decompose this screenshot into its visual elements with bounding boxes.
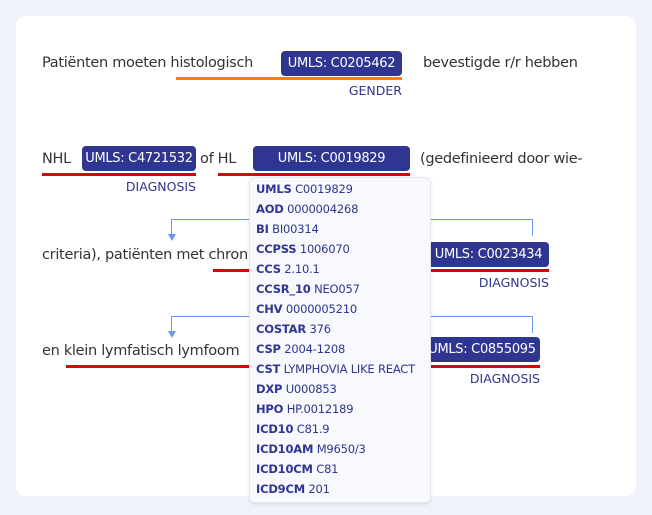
entity-underline[interactable] [176, 77, 402, 80]
dropdown-item[interactable]: ICD10 C81.9 [250, 419, 430, 439]
dropdown-item[interactable]: ICD10AM M9650/3 [250, 439, 430, 459]
umls-chip[interactable]: UMLS: C0855095 [424, 337, 540, 362]
dropdown-item[interactable]: DXP U000853 [250, 379, 430, 399]
code-value: HP.0012189 [286, 402, 354, 416]
dropdown-item[interactable]: ICD9CM 201 [250, 479, 430, 499]
code-source: HPO [256, 402, 284, 416]
code-source: COSTAR [256, 322, 307, 336]
dropdown-item[interactable]: BI BI00314 [250, 219, 430, 239]
entity-label: DIAGNOSIS [125, 179, 196, 194]
code-source: CST [256, 362, 281, 376]
code-source: DXP [256, 382, 283, 396]
code-value: M9650/3 [316, 442, 366, 456]
code-value: BI00314 [272, 222, 319, 236]
code-source: ICD10CM [256, 462, 313, 476]
text: of HL [200, 151, 237, 167]
code-source: CCSR_10 [256, 282, 311, 296]
text: criteria), patiënten met chron [42, 247, 248, 263]
entity-label: DIAGNOSIS [478, 275, 549, 290]
code-value: C81 [316, 462, 339, 476]
entity-label: GENDER [348, 83, 402, 98]
entity-underline[interactable] [42, 173, 196, 176]
code-value: C81.9 [296, 422, 330, 436]
umls-chip[interactable]: UMLS: C0023434 [428, 242, 549, 267]
dropdown-item[interactable]: CSP 2004-1208 [250, 339, 430, 359]
code-value: NEO057 [314, 282, 360, 296]
code-dropdown: UMLS C0019829 AOD 0000004268 BI BI00314 CCP… [249, 177, 431, 503]
code-source: AOD [256, 202, 284, 216]
code-source: ICD10 [256, 422, 294, 436]
umls-chip[interactable]: UMLS: C0205462 [281, 51, 402, 76]
code-value: 0000005210 [285, 302, 358, 316]
entity-underline[interactable] [218, 173, 410, 176]
umls-chip-active[interactable]: UMLS: C0019829 [253, 146, 410, 171]
dropdown-item[interactable]: CST LYMPHOVIA LIKE REACT [250, 359, 430, 379]
umls-chip[interactable]: UMLS: C4721532 [82, 146, 196, 171]
code-value: 376 [309, 322, 331, 336]
text: (gedefinieerd door wie- [420, 151, 583, 167]
code-source: UMLS [256, 182, 292, 196]
code-value: 2004-1208 [284, 342, 346, 356]
dropdown-item[interactable]: AOD 0000004268 [250, 199, 430, 219]
code-source: ICD10AM [256, 442, 314, 456]
code-source: BI [256, 222, 269, 236]
dropdown-item[interactable]: HPO HP.0012189 [250, 399, 430, 419]
dropdown-item[interactable]: CCSR_10 NEO057 [250, 279, 430, 299]
dropdown-item[interactable]: ICD10CM C81 [250, 459, 430, 479]
code-source: CSP [256, 342, 281, 356]
text: bevestigde r/r hebben [423, 55, 578, 71]
code-value: U000853 [285, 382, 337, 396]
code-value: LYMPHOVIA LIKE REACT [283, 362, 415, 376]
code-source: CCPSS [256, 242, 297, 256]
arrow-head-icon [168, 234, 176, 241]
dropdown-item[interactable]: COSTAR 376 [250, 319, 430, 339]
dropdown-item[interactable]: CCPSS 1006070 [250, 239, 430, 259]
entity-label: DIAGNOSIS [469, 371, 540, 386]
arrow-head-icon [168, 331, 176, 338]
code-value: 0000004268 [287, 202, 359, 216]
code-value: 1006070 [299, 242, 350, 256]
dropdown-item[interactable]: CHV 0000005210 [250, 299, 430, 319]
code-value: 201 [308, 482, 330, 496]
code-source: CCS [256, 262, 281, 276]
text: en klein lymfatisch lymfoom [42, 343, 240, 359]
dropdown-item[interactable]: CCS 2.10.1 [250, 259, 430, 279]
code-value: C0019829 [295, 182, 353, 196]
text: NHL [42, 151, 71, 167]
code-value: 2.10.1 [284, 262, 320, 276]
text: Patiënten moeten histologisch [42, 55, 254, 71]
dropdown-item[interactable]: UMLS C0019829 [250, 179, 430, 199]
code-source: CHV [256, 302, 283, 316]
code-source: ICD9CM [256, 482, 305, 496]
